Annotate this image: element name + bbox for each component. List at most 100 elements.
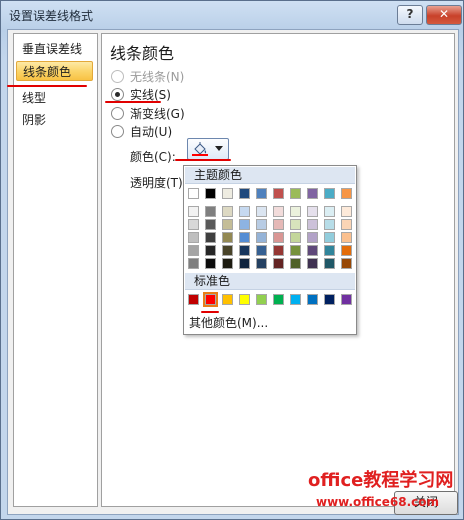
theme-shade-swatch[interactable] <box>239 258 250 269</box>
theme-colors-heading: 主题颜色 <box>185 167 355 184</box>
theme-shade-swatch[interactable] <box>205 219 216 230</box>
transparency-label: 透明度(T): <box>130 176 187 190</box>
theme-shade-swatch[interactable] <box>341 206 352 217</box>
theme-shade-swatch[interactable] <box>290 258 301 269</box>
theme-shade-swatch[interactable] <box>307 245 318 256</box>
theme-shade-swatch[interactable] <box>256 245 267 256</box>
theme-shade-swatch[interactable] <box>188 219 199 230</box>
theme-color-swatch[interactable] <box>290 188 301 199</box>
theme-shade-swatch[interactable] <box>273 206 284 217</box>
theme-shade-swatch[interactable] <box>239 245 250 256</box>
nav-item-shadow[interactable]: 阴影 <box>16 110 93 130</box>
option-gradient-line-label: 渐变线(G) <box>130 107 185 121</box>
theme-color-swatch[interactable] <box>205 188 216 199</box>
annotation-underline-nav <box>7 85 87 87</box>
theme-color-swatch[interactable] <box>239 188 250 199</box>
theme-shade-swatch[interactable] <box>256 219 267 230</box>
theme-shade-swatch[interactable] <box>307 206 318 217</box>
theme-shade-swatch[interactable] <box>188 206 199 217</box>
watermark-title: office教程学习网 <box>308 470 454 491</box>
theme-shade-swatch[interactable] <box>324 245 335 256</box>
radio-gradient-line[interactable] <box>111 107 124 120</box>
theme-shade-swatch[interactable] <box>256 206 267 217</box>
theme-shade-swatch[interactable] <box>273 245 284 256</box>
theme-shade-swatch[interactable] <box>273 258 284 269</box>
theme-shade-swatch[interactable] <box>324 258 335 269</box>
theme-shade-swatch[interactable] <box>341 258 352 269</box>
theme-shade-swatch[interactable] <box>205 206 216 217</box>
theme-color-swatch[interactable] <box>324 188 335 199</box>
standard-color-swatch[interactable] <box>273 294 284 305</box>
standard-color-swatch[interactable] <box>341 294 352 305</box>
theme-shade-swatch[interactable] <box>324 232 335 243</box>
paint-bucket-icon <box>192 142 208 156</box>
annotation-underline-color <box>175 159 231 161</box>
color-picker-button[interactable] <box>187 138 229 160</box>
theme-shade-swatch[interactable] <box>222 245 233 256</box>
dialog-window: 设置误差线格式 ? ✕ 垂直误差线 线条颜色 线型 阴影 线条颜色 无线条(N)… <box>0 0 464 520</box>
theme-shade-swatch[interactable] <box>273 232 284 243</box>
theme-shade-swatch[interactable] <box>341 219 352 230</box>
nav-item-vertical-error-bars[interactable]: 垂直误差线 <box>16 39 93 59</box>
theme-shade-swatch[interactable] <box>290 219 301 230</box>
theme-shade-swatch[interactable] <box>324 219 335 230</box>
standard-color-swatch[interactable] <box>256 294 267 305</box>
theme-shade-swatch[interactable] <box>205 258 216 269</box>
theme-shade-swatch[interactable] <box>239 232 250 243</box>
theme-shade-swatch[interactable] <box>205 232 216 243</box>
close-window-button[interactable]: ✕ <box>426 5 462 25</box>
theme-shade-swatch[interactable] <box>222 232 233 243</box>
theme-shade-swatch[interactable] <box>188 245 199 256</box>
theme-shade-swatch[interactable] <box>256 232 267 243</box>
theme-shade-swatch[interactable] <box>256 258 267 269</box>
theme-shade-swatch[interactable] <box>290 206 301 217</box>
theme-shade-swatch[interactable] <box>290 232 301 243</box>
radio-no-line[interactable] <box>111 70 124 83</box>
standard-color-swatch[interactable] <box>222 294 233 305</box>
annotation-underline-solid <box>105 101 161 103</box>
chevron-down-icon <box>215 146 223 151</box>
theme-shade-swatch[interactable] <box>188 258 199 269</box>
standard-color-swatch[interactable] <box>203 292 218 307</box>
theme-shade-swatch[interactable] <box>341 245 352 256</box>
theme-shade-swatch[interactable] <box>273 219 284 230</box>
theme-shade-swatch[interactable] <box>222 206 233 217</box>
radio-solid-line[interactable] <box>111 88 124 101</box>
standard-color-swatch[interactable] <box>307 294 318 305</box>
theme-shade-swatch[interactable] <box>188 232 199 243</box>
radio-automatic[interactable] <box>111 125 124 138</box>
nav-item-line-color[interactable]: 线条颜色 <box>16 61 93 81</box>
theme-shade-swatch[interactable] <box>290 245 301 256</box>
title-bar[interactable]: 设置误差线格式 ? ✕ <box>1 1 463 29</box>
theme-shade-swatch[interactable] <box>239 206 250 217</box>
theme-shade-swatch[interactable] <box>324 206 335 217</box>
option-automatic-label: 自动(U) <box>130 125 173 139</box>
help-button[interactable]: ? <box>397 5 423 25</box>
theme-shade-swatch[interactable] <box>222 219 233 230</box>
standard-colors-heading: 标准色 <box>185 273 355 290</box>
theme-color-swatch[interactable] <box>188 188 199 199</box>
theme-shade-swatch[interactable] <box>239 219 250 230</box>
color-dropdown: 主题颜色 标准色 其他颜色(M)... <box>183 165 357 335</box>
theme-color-swatch[interactable] <box>307 188 318 199</box>
theme-color-swatch[interactable] <box>341 188 352 199</box>
panel-heading: 线条颜色 <box>110 44 175 63</box>
standard-color-swatch[interactable] <box>188 294 199 305</box>
standard-color-swatch[interactable] <box>324 294 335 305</box>
theme-shade-swatch[interactable] <box>205 245 216 256</box>
category-nav: 垂直误差线 线条颜色 线型 阴影 <box>13 33 98 507</box>
theme-shade-swatch[interactable] <box>307 219 318 230</box>
theme-color-swatch[interactable] <box>222 188 233 199</box>
standard-color-swatch[interactable] <box>290 294 301 305</box>
color-label: 颜色(C): <box>130 150 176 164</box>
theme-color-swatch[interactable] <box>273 188 284 199</box>
theme-color-swatch[interactable] <box>256 188 267 199</box>
nav-item-line-style[interactable]: 线型 <box>16 88 93 108</box>
standard-color-swatch[interactable] <box>239 294 250 305</box>
theme-shade-swatch[interactable] <box>341 232 352 243</box>
theme-shade-swatch[interactable] <box>222 258 233 269</box>
dialog-title: 设置误差线格式 <box>9 9 94 23</box>
more-colors-link[interactable]: 其他颜色(M)... <box>189 314 268 331</box>
theme-shade-swatch[interactable] <box>307 232 318 243</box>
theme-shade-swatch[interactable] <box>307 258 318 269</box>
